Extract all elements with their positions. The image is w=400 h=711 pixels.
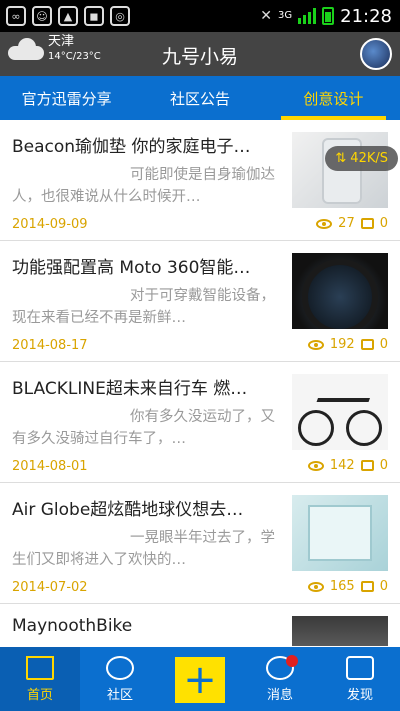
- article-title: Air Globe超炫酷地球仪想去…: [12, 500, 244, 520]
- nav-home-label: 首页: [26, 687, 53, 703]
- category-tabs: 官方迅雷分享 社区公告 创意设计: [0, 76, 400, 120]
- eye-icon: [307, 339, 324, 350]
- article-summary: 一晃眼半年过去了，学生们又即将进入了欢快的…: [12, 530, 275, 568]
- unread-badge: [286, 655, 298, 667]
- eye-icon: [307, 460, 324, 471]
- comment-count: 0: [379, 337, 388, 352]
- comment-count: 0: [379, 458, 388, 473]
- article-list: Beacon瑜伽垫 你的家庭电子… 可能即使是自身瑜伽达人，也很难说从什么时候开…: [0, 120, 400, 646]
- article-stats: 27 0: [316, 216, 388, 231]
- article-title: BLACKLINE超未来自行车 燃…: [12, 379, 248, 399]
- article-title: Beacon瑜伽垫 你的家庭电子…: [12, 137, 251, 157]
- qq-icon: ☺: [32, 6, 52, 26]
- nav-discover[interactable]: 发现: [320, 647, 400, 711]
- app-store-icon: ◼: [84, 6, 104, 26]
- nav-community[interactable]: 社区: [80, 647, 160, 711]
- app-header: 天津 14°C/23°C 九号小易: [0, 32, 400, 76]
- article-stats: 165 0: [307, 579, 388, 594]
- home-icon: [26, 655, 54, 680]
- comment-icon: [360, 218, 374, 229]
- avatar[interactable]: [360, 38, 392, 70]
- status-icons: ✕ 3G 21:28: [260, 0, 392, 32]
- tab-community-notice[interactable]: 社区公告: [133, 76, 266, 120]
- notification-icons: ∞ ☺ ▲ ◼ ◎: [6, 6, 130, 26]
- nav-community-label: 社区: [106, 687, 133, 703]
- battery-icon: [322, 7, 335, 25]
- article-date: 2014-09-09: [12, 217, 88, 232]
- download-speed: 42K/S: [350, 151, 388, 166]
- eye-icon: [316, 218, 333, 229]
- article-title: MaynoothBike: [12, 616, 133, 636]
- article-thumbnail: [292, 374, 388, 450]
- tab-creative-design[interactable]: 创意设计: [267, 76, 400, 120]
- list-item[interactable]: BLACKLINE超未来自行车 燃… 你有多久没运动了，又有多久没骑过自行车了，…: [0, 362, 400, 483]
- nav-home[interactable]: 首页: [0, 647, 80, 711]
- eye-icon: [307, 581, 324, 592]
- article-title: 功能强配置高 Moto 360智能…: [12, 258, 251, 278]
- comment-count: 0: [379, 579, 388, 594]
- comment-count: 0: [379, 216, 388, 231]
- chat-bubble-icon: [106, 655, 134, 680]
- tab-official-share[interactable]: 官方迅雷分享: [0, 76, 133, 120]
- page-title: 九号小易: [161, 46, 238, 68]
- bottom-nav: 首页 社区 + 消息 发现: [0, 647, 400, 711]
- article-date: 2014-08-01: [12, 459, 88, 474]
- list-item[interactable]: Air Globe超炫酷地球仪想去… 一晃眼半年过去了，学生们又即将进入了欢快的…: [0, 483, 400, 604]
- transfer-arrows-icon: ⇅: [335, 151, 347, 166]
- network-type: 3G: [278, 10, 293, 21]
- view-count: 165: [329, 579, 355, 594]
- view-count: 192: [329, 337, 355, 352]
- view-count: 27: [338, 216, 355, 231]
- plus-icon: +: [183, 657, 217, 703]
- comment-icon: [360, 460, 374, 471]
- article-summary: 可能即使是自身瑜伽达人，也很难说从什么时候开…: [12, 167, 275, 205]
- article-stats: 192 0: [307, 337, 388, 352]
- list-item[interactable]: Beacon瑜伽垫 你的家庭电子… 可能即使是自身瑜伽达人，也很难说从什么时候开…: [0, 120, 400, 241]
- add-button[interactable]: +: [175, 657, 225, 703]
- list-item[interactable]: MaynoothBike: [0, 604, 400, 646]
- comment-icon: [360, 339, 374, 350]
- weibo-icon: ◎: [110, 6, 130, 26]
- download-speed-badge[interactable]: ⇅ 42K/S: [325, 146, 398, 171]
- comment-icon: [360, 581, 374, 592]
- article-summary: 对于可穿戴智能设备，现在来看已经不再是新鲜…: [12, 288, 275, 326]
- app-notification-icon: ∞: [6, 6, 26, 26]
- view-count: 142: [329, 458, 355, 473]
- article-thumbnail: [292, 616, 388, 646]
- article-stats: 142 0: [307, 458, 388, 473]
- nav-add[interactable]: +: [160, 647, 240, 711]
- mute-icon: ✕: [260, 8, 272, 24]
- signal-icon: [298, 8, 317, 24]
- status-bar: ∞ ☺ ▲ ◼ ◎ ✕ 3G 21:28: [0, 0, 400, 32]
- list-item[interactable]: 功能强配置高 Moto 360智能… 对于可穿戴智能设备，现在来看已经不再是新鲜…: [0, 241, 400, 362]
- clock: 21:28: [340, 5, 392, 27]
- nav-discover-label: 发现: [346, 687, 373, 703]
- nav-messages[interactable]: 消息: [240, 647, 320, 711]
- article-thumbnail: [292, 495, 388, 571]
- article-date: 2014-08-17: [12, 338, 88, 353]
- nav-messages-label: 消息: [266, 687, 293, 703]
- image-icon: ▲: [58, 6, 78, 26]
- article-summary: 你有多久没运动了，又有多久没骑过自行车了，…: [12, 409, 275, 447]
- article-thumbnail: [292, 253, 388, 329]
- discover-icon: [346, 655, 374, 680]
- article-date: 2014-07-02: [12, 580, 88, 595]
